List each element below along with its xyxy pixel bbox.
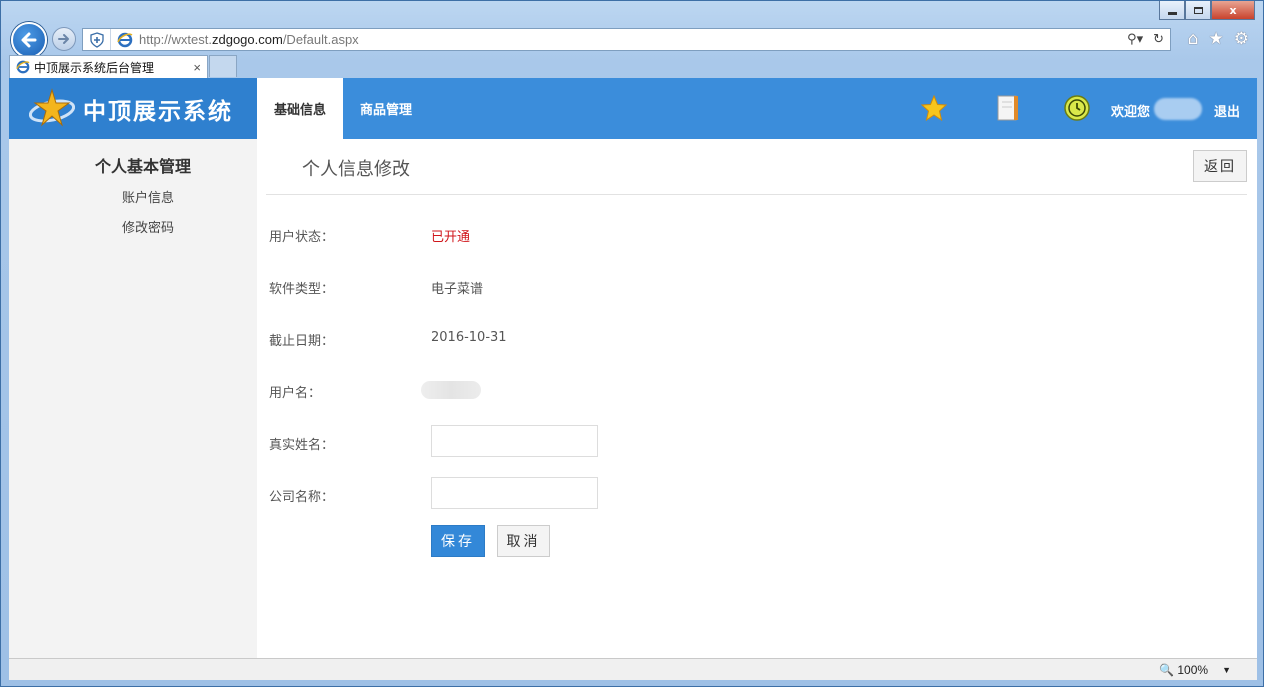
ie-page-icon: [117, 32, 135, 48]
maximize-icon: [1193, 6, 1203, 14]
expiry-date-value: 2016-10-31: [431, 330, 507, 345]
tab-title: 中顶展示系统后台管理: [34, 60, 155, 75]
app-title: 中顶展示系统: [83, 98, 233, 125]
browser-window: x http://wxtest.zdgogo.com/Default.aspx …: [0, 0, 1264, 687]
window-controls: x: [1159, 1, 1255, 20]
back-link-button[interactable]: 返回: [1193, 150, 1247, 182]
search-icon[interactable]: ⚲▾: [1127, 32, 1143, 47]
cancel-button[interactable]: 取消: [497, 525, 550, 557]
expiry-date-label: 截止日期：: [269, 334, 335, 349]
minimize-button[interactable]: [1159, 1, 1185, 20]
page-title: 个人信息修改: [302, 159, 410, 180]
page-viewport: 中顶展示系统 基础信息 商品管理 欢迎您 退出 个人基本管理 账户信息 修改密码…: [9, 78, 1257, 658]
zoom-level[interactable]: 100%: [1177, 663, 1208, 677]
software-type-label: 软件类型：: [269, 282, 335, 297]
main-content: 个人信息修改 返回 用户状态： 已开通 软件类型： 电子菜谱 截止日期： 201…: [257, 139, 1257, 658]
tab-close-icon[interactable]: ×: [193, 60, 201, 75]
app-header: 中顶展示系统 基础信息 商品管理 欢迎您 退出: [9, 78, 1257, 139]
gear-icon[interactable]: ⚙: [1234, 29, 1249, 49]
sidebar: 个人基本管理 账户信息 修改密码: [9, 139, 257, 658]
chevron-down-icon[interactable]: ▼: [1222, 665, 1231, 675]
tab-basic-info[interactable]: 基础信息: [257, 78, 343, 139]
zoom-icon: 🔍: [1159, 662, 1175, 677]
tab-product-management[interactable]: 商品管理: [343, 78, 429, 139]
close-window-button[interactable]: x: [1211, 1, 1255, 20]
logo[interactable]: 中顶展示系统: [9, 78, 257, 139]
title-divider: [266, 194, 1247, 195]
save-button[interactable]: 保存: [431, 525, 485, 557]
back-button[interactable]: [11, 22, 47, 58]
star-icon[interactable]: [920, 94, 948, 122]
browser-toolbar-icons: ⌂ ★ ⚙: [1188, 29, 1249, 49]
software-type-value: 电子菜谱: [431, 282, 484, 297]
maximize-button[interactable]: [1185, 1, 1211, 20]
sidebar-item-change-password[interactable]: 修改密码: [9, 217, 287, 236]
close-icon: x: [1229, 3, 1237, 17]
user-status-label: 用户状态：: [269, 230, 335, 245]
refresh-icon[interactable]: ↻: [1153, 32, 1164, 47]
address-bar[interactable]: http://wxtest.zdgogo.com/Default.aspx ⚲▾…: [82, 28, 1171, 51]
company-name-input[interactable]: [431, 477, 598, 509]
username-redacted: [1154, 98, 1202, 120]
star-orbit-logo-icon: [28, 87, 76, 127]
username-label: 用户名：: [269, 386, 322, 401]
logout-link[interactable]: 退出: [1214, 101, 1240, 120]
browser-tab[interactable]: 中顶展示系统后台管理 ×: [9, 55, 208, 78]
history-clock-icon[interactable]: [1063, 94, 1091, 122]
tab-label: 商品管理: [359, 103, 412, 118]
tab-label: 基础信息: [273, 103, 326, 118]
sidebar-title: 个人基本管理: [94, 157, 191, 176]
address-tools: ⚲▾ ↻: [1127, 32, 1170, 47]
sidebar-item-account-info[interactable]: 账户信息: [9, 187, 287, 206]
notebook-icon[interactable]: [994, 94, 1022, 122]
minimize-icon: [1167, 11, 1177, 15]
real-name-label: 真实姓名：: [269, 438, 335, 453]
welcome-text: 欢迎您: [1111, 105, 1151, 120]
ie-tab-icon: [16, 60, 30, 74]
arrow-left-icon: [21, 32, 37, 48]
url-text[interactable]: http://wxtest.zdgogo.com/Default.aspx: [139, 32, 359, 47]
arrow-right-icon: [58, 34, 69, 44]
real-name-input[interactable]: [431, 425, 598, 457]
username-value-redacted: [421, 381, 481, 399]
home-icon[interactable]: ⌂: [1188, 29, 1199, 49]
status-bar: 🔍 100% ▼: [9, 658, 1257, 680]
user-status-value: 已开通: [431, 230, 471, 245]
favorites-star-icon[interactable]: ★: [1209, 29, 1224, 49]
forward-button[interactable]: [52, 27, 76, 51]
company-name-label: 公司名称：: [269, 490, 335, 505]
compat-shield-icon[interactable]: [83, 29, 111, 50]
new-tab-button[interactable]: [209, 55, 237, 77]
